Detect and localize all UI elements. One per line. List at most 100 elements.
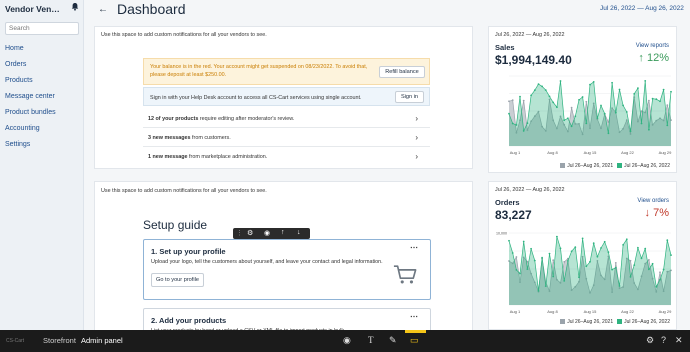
step-description: Upload your logo, tell the customers abo… — [151, 259, 383, 265]
block-edit-toolbar: ⋮ ⚙ ◉ ↑ ↓ — [233, 228, 310, 239]
sidebar: Vendor Ven… Home Orders Products Message… — [0, 0, 84, 330]
drag-handle-icon[interactable]: ⋮ — [236, 229, 243, 237]
more-options-icon[interactable]: ⋯ — [410, 243, 418, 252]
eye-icon[interactable]: ◉ — [264, 229, 270, 237]
message-row[interactable]: 3 new messages from customers. › — [143, 128, 430, 147]
sidebar-item-accounting[interactable]: Accounting — [5, 124, 56, 140]
gear-icon[interactable]: ⚙ — [247, 229, 253, 237]
x-tick-label: Aug 8 — [547, 150, 558, 155]
data-point-2021 — [614, 262, 617, 264]
data-point-2022 — [508, 112, 510, 115]
sidebar-item-products[interactable]: Products — [5, 76, 56, 92]
data-point-2022 — [655, 285, 658, 288]
sales-change: ↑ 12% — [638, 52, 669, 64]
legend-swatch-2021 — [560, 319, 566, 324]
help-desk-signin-banner: Sign in with your Help Desk account to a… — [143, 87, 430, 106]
x-tick-label: Aug 1 — [510, 150, 521, 155]
legend-label-2021: Jul 26–Aug 26, 2021 — [567, 163, 614, 169]
arrow-up-icon[interactable]: ↑ — [281, 229, 285, 236]
data-point-2022 — [544, 89, 547, 91]
date-range-picker[interactable]: Jul 26, 2022 — Aug 26, 2022 — [600, 5, 684, 12]
data-point-2022 — [611, 268, 613, 271]
data-point-2022 — [526, 122, 529, 125]
back-arrow-icon[interactable]: ← — [98, 4, 108, 15]
data-point-2021 — [570, 106, 573, 109]
data-point-2022 — [563, 280, 566, 282]
custom-notification-hint: Use this space to add custom notificatio… — [101, 32, 267, 38]
data-point-2022 — [515, 124, 518, 126]
more-options-icon[interactable]: ⋯ — [410, 312, 418, 321]
sidebar-item-home[interactable]: Home — [5, 44, 56, 60]
gear-icon[interactable]: ⚙ — [646, 335, 654, 346]
orders-card: Jul 26, 2022 — Aug 26, 2022 Orders View … — [488, 181, 677, 330]
data-point-2022 — [618, 88, 621, 91]
x-tick-label: Aug 15 — [584, 309, 597, 314]
data-point-2022 — [522, 240, 525, 243]
sidebar-item-message-center[interactable]: Message center — [5, 92, 56, 108]
balance-warning: Your balance is in the red. Your account… — [143, 58, 430, 85]
data-point-2022 — [559, 247, 562, 250]
text-edit-icon[interactable]: T — [368, 335, 374, 345]
data-point-2022 — [644, 80, 647, 82]
legend-swatch-2022 — [617, 319, 623, 324]
view-orders-link[interactable]: View orders — [637, 198, 669, 204]
search-input[interactable] — [5, 22, 79, 35]
close-icon[interactable]: ✕ — [675, 335, 683, 346]
legend-swatch-2021 — [560, 163, 566, 168]
sidebar-item-orders[interactable]: Orders — [5, 60, 56, 76]
sales-chart: Aug 1 Aug 8 Aug 15 Aug 22 Aug 29 — [508, 75, 672, 155]
message-detail: from customers. — [190, 135, 231, 141]
message-count: 12 of your products — [148, 116, 199, 122]
data-point-2022 — [589, 260, 591, 263]
sales-date: Jul 26, 2022 — Aug 26, 2022 — [495, 32, 565, 38]
message-row[interactable]: 12 of your products require editing afte… — [143, 109, 430, 128]
data-point-2022 — [644, 247, 647, 250]
data-point-2021 — [515, 256, 518, 258]
legend-swatch-2022 — [617, 163, 623, 168]
storefront-tab[interactable]: Storefront — [43, 336, 76, 345]
sidebar-nav: Home Orders Products Message center Prod… — [5, 44, 56, 156]
admin-panel-tab[interactable]: Admin panel — [81, 336, 123, 345]
theme-editor-icon[interactable]: ✎ — [389, 335, 397, 346]
data-point-2022 — [625, 111, 628, 113]
message-count: 1 new message — [148, 154, 188, 160]
dashboard-page: Vendor Ven… Home Orders Products Message… — [0, 0, 690, 352]
refill-balance-button[interactable]: Refill balance — [379, 66, 425, 78]
message-row[interactable]: 1 new message from marketplace administr… — [143, 147, 430, 166]
data-point-2022 — [541, 85, 543, 88]
data-point-2022 — [511, 122, 514, 125]
block-manager-icon[interactable]: ▭ — [410, 335, 419, 346]
view-reports-link[interactable]: View reports — [636, 43, 669, 49]
data-point-2022 — [578, 99, 580, 101]
help-icon[interactable]: ? — [661, 335, 666, 345]
x-tick-label: Aug 8 — [547, 309, 558, 314]
custom-notification-hint: Use this space to add custom notificatio… — [101, 188, 267, 194]
chevron-right-icon: › — [415, 133, 418, 142]
data-point-2022 — [574, 246, 577, 248]
data-point-2021 — [648, 259, 650, 261]
data-point-2022 — [556, 106, 558, 109]
data-point-2022 — [651, 97, 654, 100]
bell-icon[interactable] — [71, 2, 79, 11]
data-point-2022 — [519, 95, 521, 98]
data-point-2022 — [533, 89, 536, 92]
data-point-2022 — [640, 257, 643, 260]
go-to-profile-button[interactable]: Go to your profile — [151, 273, 204, 287]
y-tick-label: 10,000 — [496, 232, 507, 236]
x-tick-label: Aug 1 — [510, 309, 521, 314]
sidebar-item-settings[interactable]: Settings — [5, 140, 56, 156]
active-tool-indicator — [405, 330, 426, 333]
data-point-2022 — [585, 122, 588, 125]
x-tick-label: Aug 29 — [659, 150, 672, 155]
message-detail: require editing after moderator's review… — [198, 116, 295, 122]
eye-icon[interactable]: ◉ — [343, 335, 351, 346]
signin-button[interactable]: Sign in — [395, 91, 424, 103]
data-point-2022 — [670, 254, 672, 256]
vendor-name[interactable]: Vendor Ven… — [5, 4, 60, 14]
page-title: Dashboard — [117, 1, 186, 17]
data-point-2022 — [533, 259, 536, 262]
data-point-2022 — [559, 80, 562, 82]
sidebar-item-product-bundles[interactable]: Product bundles — [5, 108, 56, 124]
data-point-2022 — [600, 247, 602, 249]
arrow-down-icon[interactable]: ↓ — [297, 229, 301, 236]
